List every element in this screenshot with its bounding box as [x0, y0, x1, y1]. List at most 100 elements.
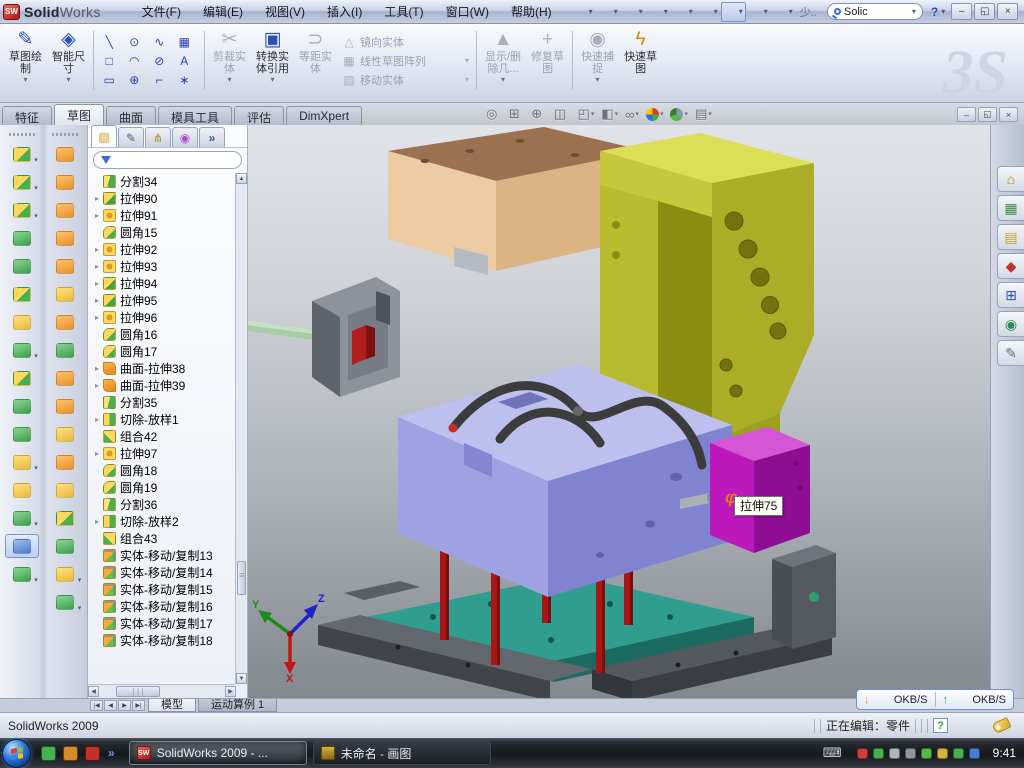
tree-item[interactable]: 圆角16: [92, 326, 235, 343]
tree-item[interactable]: 圆角15: [92, 224, 235, 241]
tree-item[interactable]: 实体-移动/复制15: [92, 581, 235, 598]
expand-arrow[interactable]: [92, 279, 102, 288]
scroll-left-arrow[interactable]: ◀: [88, 686, 99, 697]
tree-item[interactable]: 圆角18: [92, 462, 235, 479]
scroll-up-arrow[interactable]: ▲: [236, 173, 247, 184]
command-button[interactable]: △ 镜向实体 ▾: [341, 32, 469, 51]
toolbar-button[interactable]: ▾: [721, 2, 746, 22]
chevron-down-icon[interactable]: ▾: [34, 184, 38, 192]
toolbar-button[interactable]: ▾: [596, 2, 621, 22]
command-button[interactable]: ▲ 显示/删 除几... ▾: [480, 27, 526, 94]
feature-tool-button[interactable]: ▾: [48, 506, 82, 530]
toolbar-button[interactable]: ▾: [571, 2, 596, 22]
tree-item[interactable]: 曲面-拉伸39: [92, 377, 235, 394]
command-button[interactable]: + 修复草 图 ▾: [526, 27, 569, 94]
panel-tab[interactable]: »: [199, 127, 225, 147]
doc-close-button[interactable]: ×: [999, 107, 1018, 122]
chevron-down-icon[interactable]: ▾: [639, 7, 643, 16]
chevron-down-icon[interactable]: ▾: [270, 75, 274, 84]
expand-arrow[interactable]: [92, 296, 102, 305]
chevron-down-icon[interactable]: ▾: [78, 604, 82, 612]
tree-item[interactable]: 曲面-拉伸38: [92, 360, 235, 377]
feature-tool-button[interactable]: ▾: [5, 506, 39, 530]
tree-item[interactable]: 拉伸95: [92, 292, 235, 309]
toolbar-button[interactable]: ▾: [671, 2, 696, 22]
expand-arrow[interactable]: [92, 364, 102, 373]
feature-tool-button[interactable]: ▾: [48, 450, 82, 474]
command-button[interactable]: ✎ 草图绘 制 ▾: [4, 27, 47, 94]
chevron-down-icon[interactable]: ▾: [34, 156, 38, 164]
taskbar-clock[interactable]: 9:41: [993, 746, 1016, 760]
command-button[interactable]: ▣ 转换实 体引用 ▾: [251, 27, 294, 94]
tree-item[interactable]: 实体-移动/复制18: [92, 632, 235, 649]
menu-item[interactable]: 窗口(W): [435, 0, 500, 23]
sketch-entity-button[interactable]: ╲ ▾: [99, 32, 124, 51]
chevron-down-icon[interactable]: ▾: [689, 7, 693, 16]
tree-item[interactable]: 实体-移动/复制17: [92, 615, 235, 632]
sketch-entity-button[interactable]: ▦ ▾: [174, 32, 199, 51]
tree-item[interactable]: 实体-移动/复制13: [92, 547, 235, 564]
feature-tool-button[interactable]: ▾: [5, 562, 39, 586]
tag-icon[interactable]: [991, 717, 1011, 734]
feature-tool-button[interactable]: ▾: [5, 226, 39, 250]
feature-tool-button[interactable]: ▾: [5, 394, 39, 418]
sketch-entity-button[interactable]: ⌐ ▾: [149, 70, 174, 89]
panel-tab[interactable]: ✎: [118, 127, 144, 147]
doc-restore-button[interactable]: ◱: [978, 107, 997, 122]
feature-tool-button[interactable]: ▾: [48, 394, 82, 418]
keyboard-layout-icon[interactable]: ⌨: [823, 745, 842, 761]
menu-item[interactable]: 帮助(H): [500, 0, 563, 23]
chevron-down-icon[interactable]: ▾: [78, 576, 82, 584]
ribbon-tab[interactable]: DimXpert: [286, 106, 362, 125]
expand-arrow[interactable]: [92, 415, 102, 424]
view-tool-button[interactable]: ⊞ ▾: [509, 106, 524, 122]
chevron-down-icon[interactable]: ▾: [684, 110, 688, 118]
feature-tool-button[interactable]: ▾: [48, 282, 82, 306]
tab-scroll-button[interactable]: ▶: [118, 700, 131, 711]
tree-item[interactable]: 实体-移动/复制16: [92, 598, 235, 615]
feature-tool-button[interactable]: ▾: [48, 422, 82, 446]
chevron-down-icon[interactable]: ▾: [660, 110, 664, 118]
view-tool-button[interactable]: ▤ ▾: [695, 106, 712, 122]
tab-scroll-button[interactable]: ▶|: [132, 700, 145, 711]
chevron-down-icon[interactable]: ▾: [34, 464, 38, 472]
feature-tool-button[interactable]: ▾: [48, 310, 82, 334]
feature-tool-button[interactable]: ▾: [5, 534, 39, 558]
feature-tool-button[interactable]: ▾: [5, 198, 39, 222]
expand-arrow[interactable]: [92, 381, 102, 390]
document-tab[interactable]: 模型: [148, 699, 196, 712]
toolbar-button[interactable]: ▾: [696, 2, 721, 22]
expand-arrow[interactable]: [92, 211, 102, 220]
network-speed-monitor[interactable]: ↓ OKB/S ↑ OKB/S: [856, 689, 1014, 710]
quick-launch-icon[interactable]: [63, 746, 78, 761]
feature-tool-button[interactable]: ▾: [5, 142, 39, 166]
chevron-down-icon[interactable]: ▾: [614, 7, 618, 16]
expand-arrow[interactable]: [92, 449, 102, 458]
tray-icon[interactable]: [921, 748, 932, 759]
chevron-down-icon[interactable]: ▾: [591, 110, 595, 118]
sketch-entity-button[interactable]: ◠ ▾: [124, 51, 149, 70]
chevron-down-icon[interactable]: ▾: [23, 75, 27, 84]
tray-icon[interactable]: [905, 748, 916, 759]
expand-arrow[interactable]: [92, 194, 102, 203]
command-button[interactable]: ▦ 线性草图阵列 ▾: [341, 51, 469, 70]
toolbar-button[interactable]: ▾: [621, 2, 646, 22]
scroll-right-arrow[interactable]: ▶: [225, 686, 236, 697]
panel-tab[interactable]: ◉: [172, 127, 198, 147]
ribbon-tab[interactable]: 特征: [2, 106, 52, 125]
task-pane-tab[interactable]: ⌂: [997, 166, 1024, 192]
tree-horizontal-scrollbar[interactable]: ◀ | | | ▶: [88, 684, 235, 698]
chevron-down-icon[interactable]: ▾: [34, 520, 38, 528]
view-tool-button[interactable]: ⊕ ▾: [531, 106, 546, 122]
command-button[interactable]: ◉ 快速捕 捉 ▾: [576, 27, 619, 94]
chevron-down-icon[interactable]: ▾: [34, 212, 38, 220]
toolbar-overflow[interactable]: 少..: [800, 4, 817, 20]
view-tool-button[interactable]: ◰ ▾: [578, 106, 595, 122]
chevron-down-icon[interactable]: ▾: [66, 75, 70, 84]
chevron-down-icon[interactable]: ▾: [34, 352, 38, 360]
tree-item[interactable]: 切除-放样1: [92, 411, 235, 428]
model-ejector-rod[interactable]: [248, 277, 400, 397]
graphics-viewport[interactable]: φ 拉伸75 Y Z X: [248, 125, 990, 698]
view-tool-button[interactable]: ◫ ▾: [554, 106, 571, 122]
menu-item[interactable]: 编辑(E): [192, 0, 254, 23]
